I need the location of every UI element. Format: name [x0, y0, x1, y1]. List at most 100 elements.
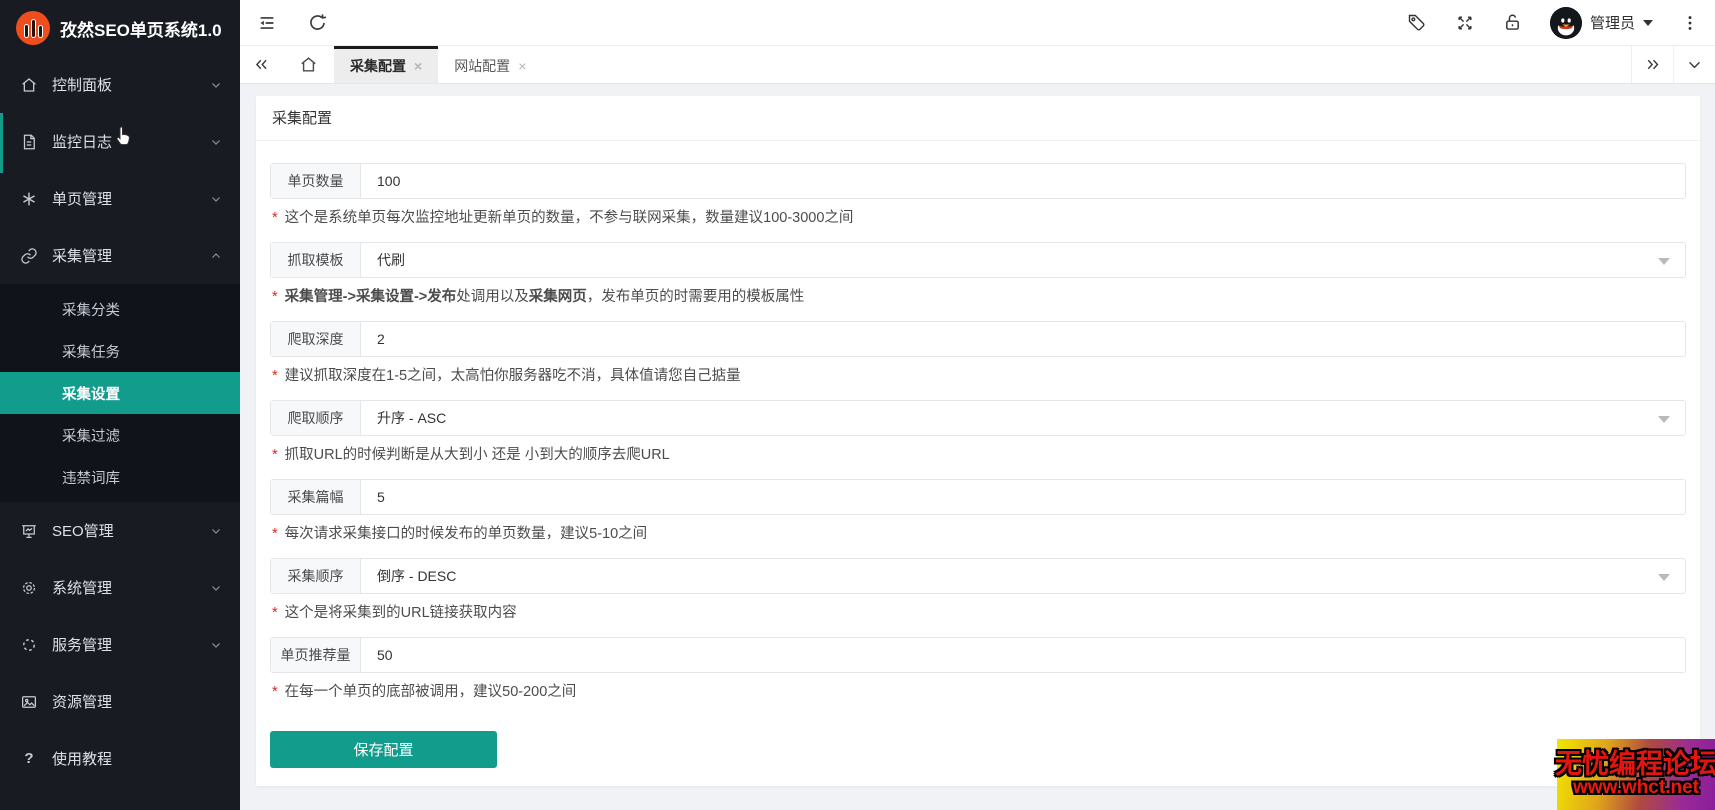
avatar [1549, 6, 1582, 39]
hint-text: 这个是将采集到的URL链接获取内容 [284, 605, 517, 621]
sidebar-item-service-manage[interactable]: 服务管理 [0, 616, 240, 673]
sidebar-item-label: SEO管理 [52, 523, 114, 540]
field-hint: * 建议抓取深度在1-5之间，太高怕你服务器吃不消，具体值请您自己掂量 [272, 366, 1684, 386]
page-count-input[interactable]: 100 [361, 164, 1685, 198]
refresh-icon[interactable] [306, 12, 328, 34]
lock-icon[interactable] [1502, 12, 1524, 34]
sidebar-item-label: 单页管理 [52, 191, 113, 208]
sidebar-item-monitor-logs[interactable]: 监控日志 [0, 113, 240, 170]
sidebar: 孜然SEO单页系统1.0 控制面板 监控日志 单页管理 采集管理 采集分类 采集… [0, 0, 240, 810]
sidebar-item-resource-manage[interactable]: 资源管理 [0, 673, 240, 730]
crawl-template-select[interactable]: 代刷 [361, 243, 1685, 277]
sidebar-item-seo-manage[interactable]: SEO管理 [0, 502, 240, 559]
page-recommend-count-input[interactable]: 50 [361, 638, 1685, 672]
sidebar-fold-button[interactable] [256, 12, 278, 34]
field-crawl-template: 抓取模板 代刷 [270, 242, 1686, 278]
sidebar-scrollbar-thumb[interactable] [0, 113, 3, 173]
crawl-depth-input[interactable]: 2 [361, 322, 1685, 356]
sidebar-item-tutorial[interactable]: 使用教程 [0, 730, 240, 787]
submenu-label: 采集过滤 [62, 428, 120, 445]
sidebar-item-collect-filter[interactable]: 采集过滤 [0, 414, 240, 456]
field-crawl-order: 爬取顺序 升序 - ASC [270, 400, 1686, 436]
sidebar-item-collect-task[interactable]: 采集任务 [0, 330, 240, 372]
field-hint: * 采集管理->采集设置->发布处调用以及采集网页，发布单页的时需要用的模板属性 [272, 287, 1684, 307]
sidebar-item-system-manage[interactable]: 系统管理 [0, 559, 240, 616]
collect-config-card: 采集配置 单页数量 100 * 这个是系统单页每次监控地址更新单页的数量，不参与联… [256, 96, 1700, 786]
sidebar-item-dashboard[interactable]: 控制面板 [0, 56, 240, 113]
tab-label: 采集配置 [350, 58, 406, 74]
field-label: 单页数量 [271, 164, 361, 198]
field-collect-batch-size: 采集篇幅 5 [270, 479, 1686, 515]
collect-submenu: 采集分类 采集任务 采集设置 采集过滤 违禁词库 [0, 284, 240, 502]
sidebar-item-collect-manage[interactable]: 采集管理 [0, 227, 240, 284]
chevron-down-icon [210, 136, 222, 148]
tab-collect-config[interactable]: 采集配置 × [334, 46, 439, 83]
sidebar-item-label: 监控日志 [52, 134, 113, 151]
sidebar-item-collect-category[interactable]: 采集分类 [0, 288, 240, 330]
field-label: 爬取顺序 [271, 401, 361, 435]
field-label: 爬取深度 [271, 322, 361, 356]
tabbar: 采集配置 × 网站配置 × [240, 46, 1715, 84]
hint-text: ，发布单页的时需要用的模板属性 [586, 289, 805, 305]
hint-text: 采集网页 [528, 289, 587, 305]
required-marker: * [272, 684, 278, 700]
sidebar-item-label: 服务管理 [52, 637, 113, 654]
field-label: 抓取模板 [271, 243, 361, 277]
chevron-down-icon [210, 639, 222, 651]
field-label: 采集顺序 [271, 559, 361, 593]
save-config-button[interactable]: 保存配置 [270, 731, 497, 768]
required-marker: * [272, 210, 278, 226]
required-marker: * [272, 368, 278, 384]
hint-text: 处调用以及 [456, 289, 529, 305]
hint-text: 每次请求采集接口的时候发布的单页数量，建议5-10之间 [284, 526, 648, 542]
tab-label: 网站配置 [454, 58, 511, 74]
required-marker: * [272, 605, 278, 621]
field-page-count: 单页数量 100 [270, 163, 1686, 199]
sidebar-item-label: 系统管理 [52, 580, 113, 597]
field-label: 单页推荐量 [271, 638, 361, 672]
kebab-menu-icon[interactable] [1679, 12, 1701, 34]
field-hint: * 在每一个单页的底部被调用，建议50-200之间 [272, 682, 1684, 702]
chevron-down-icon [210, 193, 222, 205]
sidebar-item-banned-words[interactable]: 违禁词库 [0, 456, 240, 498]
required-marker: * [272, 289, 278, 305]
fullscreen-icon[interactable] [1454, 12, 1476, 34]
required-marker: * [272, 447, 278, 463]
question-icon [20, 750, 38, 768]
collect-order-select[interactable]: 倒序 - DESC [361, 559, 1685, 593]
app-logo-icon [16, 11, 50, 45]
app-title: 孜然SEO单页系统1.0 [60, 20, 222, 40]
chevron-down-icon [1658, 574, 1670, 581]
crawl-order-select[interactable]: 升序 - ASC [361, 401, 1685, 435]
sidebar-item-label: 采集管理 [52, 248, 113, 265]
home-icon [20, 76, 38, 94]
sidebar-item-collect-settings[interactable]: 采集设置 [0, 372, 240, 414]
tag-icon[interactable] [1406, 12, 1428, 34]
field-page-recommend-count: 单页推荐量 50 [270, 637, 1686, 673]
tabs-scroll-left-icon[interactable] [240, 46, 282, 83]
tab-site-config[interactable]: 网站配置 × [438, 46, 542, 83]
tabs-scroll-right-icon[interactable] [1631, 46, 1673, 83]
watermark-line2: www.whct.net [1573, 777, 1699, 799]
forum-watermark: 无忧编程论坛 www.whct.net [1555, 739, 1715, 810]
tab-home[interactable] [282, 46, 334, 83]
close-icon[interactable]: × [518, 59, 526, 73]
chevron-down-icon [1658, 258, 1670, 265]
image-icon [20, 693, 38, 711]
app-logo-row[interactable]: 孜然SEO单页系统1.0 [0, 0, 240, 56]
field-hint: * 这个是系统单页每次监控地址更新单页的数量，不参与联网采集，数量建议100-30… [272, 208, 1684, 228]
close-icon[interactable]: × [414, 59, 422, 73]
required-marker: * [272, 526, 278, 542]
tabs-menu-chevron-icon[interactable] [1673, 46, 1715, 83]
collect-batch-size-input[interactable]: 5 [361, 480, 1685, 514]
chevron-down-icon [1658, 416, 1670, 423]
hint-text: 抓取URL的时候判断是从大到小 还是 小到大的顺序去爬URL [284, 447, 670, 463]
chevron-down-icon [210, 525, 222, 537]
hint-text: 这个是系统单页每次监控地址更新单页的数量，不参与联网采集，数量建议100-300… [284, 210, 854, 226]
hint-text: 建议抓取深度在1-5之间，太高怕你服务器吃不消，具体值请您自己掂量 [284, 368, 741, 384]
user-menu[interactable]: 管理员 [1549, 6, 1653, 39]
link-icon [20, 247, 38, 265]
collect-config-form: 单页数量 100 * 这个是系统单页每次监控地址更新单页的数量，不参与联网采集，数… [256, 141, 1700, 768]
sidebar-item-page-manage[interactable]: 单页管理 [0, 170, 240, 227]
field-hint: * 抓取URL的时候判断是从大到小 还是 小到大的顺序去爬URL [272, 445, 1684, 465]
